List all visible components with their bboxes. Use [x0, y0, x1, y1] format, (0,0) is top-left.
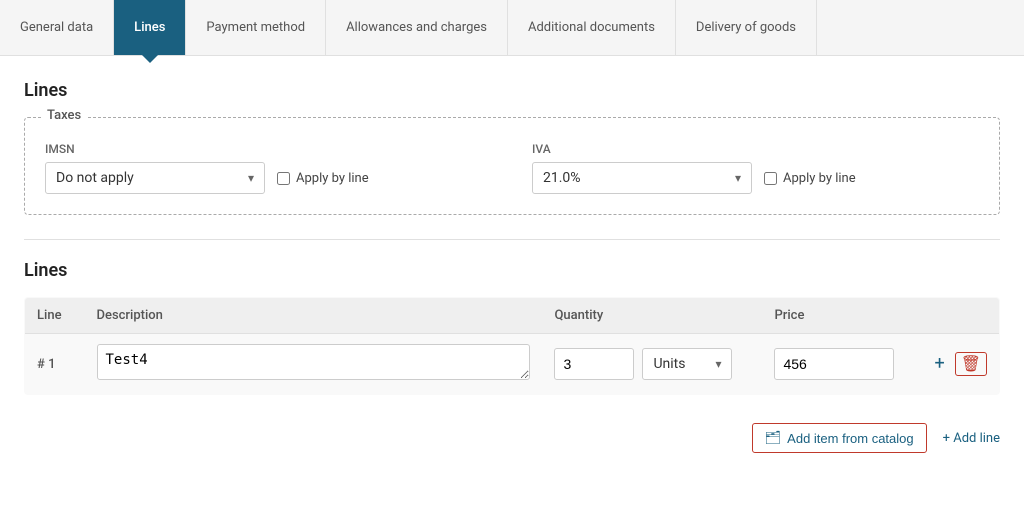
imsn-chevron-icon: ▾: [248, 171, 254, 185]
tab-additional-documents[interactable]: Additional documents: [508, 0, 676, 55]
quantity-cell: Units ▾: [554, 348, 750, 380]
units-select[interactable]: Units ▾: [642, 348, 732, 380]
units-value: Units: [653, 356, 685, 372]
bottom-actions: 🗂 Add item from catalog + Add line: [24, 411, 1000, 453]
quantity-input[interactable]: [554, 348, 634, 380]
col-description: Description: [85, 298, 543, 334]
tab-general-data[interactable]: General data: [0, 0, 114, 55]
imsn-apply-by-line-checkbox[interactable]: [277, 172, 290, 185]
tab-allowances-charges-label: Allowances and charges: [346, 20, 487, 35]
iva-value: 21.0%: [543, 170, 581, 186]
imsn-field-label: IMSN: [45, 142, 492, 156]
lines-subsection-title: Lines: [24, 260, 1000, 281]
iva-apply-by-line-label: Apply by line: [783, 171, 856, 186]
iva-group: IVA 21.0% ▾ Apply by line: [532, 142, 979, 194]
tab-payment-method[interactable]: Payment method: [186, 0, 326, 55]
imsn-group: IMSN Do not apply ▾ Apply by line: [45, 142, 492, 194]
line-number: # 1: [37, 357, 55, 372]
lines-table: Line Description Quantity Price # 1 Test…: [24, 297, 1000, 395]
units-chevron-icon: ▾: [715, 357, 721, 371]
tab-delivery-goods[interactable]: Delivery of goods: [676, 0, 817, 55]
tab-general-data-label: General data: [20, 20, 93, 35]
iva-field-label: IVA: [532, 142, 979, 156]
tab-delivery-goods-label: Delivery of goods: [696, 20, 796, 35]
add-item-from-catalog-button[interactable]: 🗂 Add item from catalog: [752, 423, 927, 453]
imsn-select[interactable]: Do not apply ▾: [45, 162, 265, 194]
description-input[interactable]: Test4: [97, 344, 531, 380]
imsn-apply-by-line[interactable]: Apply by line: [277, 171, 369, 186]
top-navigation: General data Lines Payment method Allowa…: [0, 0, 1024, 56]
tab-lines[interactable]: Lines: [114, 0, 186, 55]
tab-lines-label: Lines: [134, 20, 165, 35]
col-price: Price: [762, 298, 922, 334]
lines-section-title: Lines: [24, 80, 1000, 101]
col-line: Line: [25, 298, 85, 334]
col-quantity: Quantity: [542, 298, 762, 334]
col-actions: [922, 298, 999, 334]
delete-row-button[interactable]: 🗑: [955, 352, 987, 376]
table-row: # 1 Test4 Units ▾: [25, 334, 1000, 395]
lines-section: Lines Line Description Quantity Price # …: [24, 260, 1000, 395]
tab-additional-documents-label: Additional documents: [528, 20, 655, 35]
main-content: Lines Taxes IMSN Do not apply ▾ Apply by…: [0, 56, 1024, 469]
tab-allowances-charges[interactable]: Allowances and charges: [326, 0, 508, 55]
tab-payment-method-label: Payment method: [206, 20, 305, 35]
iva-select[interactable]: 21.0% ▾: [532, 162, 752, 194]
catalog-btn-label: Add item from catalog: [787, 431, 913, 446]
taxes-label: Taxes: [41, 108, 87, 123]
section-divider: [24, 239, 1000, 240]
iva-apply-by-line-checkbox[interactable]: [764, 172, 777, 185]
taxes-row: IMSN Do not apply ▾ Apply by line IVA: [45, 142, 979, 194]
iva-input-row: 21.0% ▾ Apply by line: [532, 162, 979, 194]
taxes-section: Taxes IMSN Do not apply ▾ Apply by line: [24, 117, 1000, 215]
imsn-apply-by-line-label: Apply by line: [296, 171, 369, 186]
imsn-value: Do not apply: [56, 170, 134, 186]
imsn-input-row: Do not apply ▾ Apply by line: [45, 162, 492, 194]
table-header-row: Line Description Quantity Price: [25, 298, 1000, 334]
add-row-button[interactable]: +: [934, 355, 944, 373]
iva-chevron-icon: ▾: [735, 171, 741, 185]
add-line-button[interactable]: + Add line: [943, 431, 1000, 446]
add-line-label: + Add line: [943, 431, 1000, 446]
price-input[interactable]: [774, 348, 894, 380]
catalog-icon: 🗂: [765, 430, 782, 446]
iva-apply-by-line[interactable]: Apply by line: [764, 171, 856, 186]
row-actions: + 🗑: [934, 352, 987, 376]
